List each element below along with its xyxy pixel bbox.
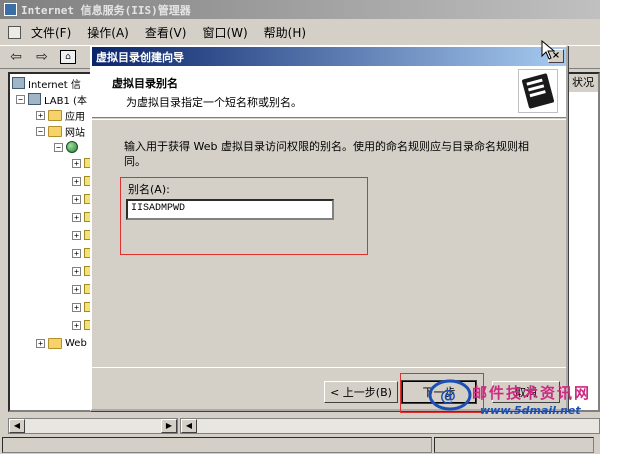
- wizard-step-subtitle: 为虚拟目录指定一个短名称或别名。: [126, 96, 302, 109]
- column-header-status[interactable]: 状况: [568, 74, 598, 92]
- alias-description: 输入用于获得 Web 虚拟目录访问权限的别名。使用的命名规则应与目录命名规则相同…: [124, 140, 529, 168]
- tree-item-app-pools[interactable]: + 应用: [36, 108, 85, 123]
- collapse-icon[interactable]: −: [36, 126, 45, 136]
- expand-icon[interactable]: +: [72, 266, 81, 276]
- alias-input[interactable]: IISADMPWD: [126, 199, 334, 220]
- scroll-right-icon[interactable]: ▶: [161, 419, 177, 433]
- wizard-title: 虚拟目录创建向导: [96, 50, 184, 64]
- tree-item-web-ext[interactable]: + Web: [36, 336, 87, 350]
- tree-item-root[interactable]: Internet 信: [12, 76, 81, 91]
- wizard-header: 虚拟目录别名 为虚拟目录指定一个短名称或别名。: [92, 66, 566, 118]
- expand-icon[interactable]: +: [72, 212, 81, 222]
- expand-icon[interactable]: +: [72, 320, 81, 330]
- expand-icon[interactable]: +: [72, 158, 81, 168]
- expand-icon[interactable]: +: [72, 194, 81, 204]
- system-menu-icon[interactable]: [8, 25, 21, 39]
- tree-item-server[interactable]: − LAB1 (本: [16, 92, 87, 107]
- forward-arrow-icon[interactable]: ⇨: [32, 48, 52, 66]
- details-horizontal-scrollbar[interactable]: ◀: [180, 418, 600, 434]
- expand-icon[interactable]: +: [72, 248, 81, 258]
- button-divider: [92, 367, 566, 368]
- menu-window[interactable]: 窗口(W): [194, 22, 255, 43]
- wizard-titlebar[interactable]: 虚拟目录创建向导: [92, 47, 566, 66]
- expand-icon[interactable]: +: [72, 230, 81, 240]
- menu-view[interactable]: 查看(V): [137, 22, 195, 43]
- back-button[interactable]: < 上一步(B): [324, 381, 398, 403]
- up-folder-icon[interactable]: ⌂: [58, 48, 78, 66]
- tree-item-label: LAB1 (本: [44, 95, 87, 107]
- folder-icon: [48, 109, 62, 121]
- scroll-left-icon[interactable]: ◀: [181, 419, 197, 433]
- tree-item-label: 应用: [65, 111, 85, 123]
- tree-item-default-site[interactable]: −: [54, 140, 78, 154]
- alias-label: 别名(A):: [128, 183, 170, 196]
- menu-help[interactable]: 帮助(H): [256, 22, 314, 43]
- iis-root-icon: [12, 77, 25, 89]
- expand-icon[interactable]: +: [36, 110, 45, 120]
- status-cell: [2, 437, 432, 453]
- scroll-left-icon[interactable]: ◀: [9, 419, 25, 433]
- expand-icon[interactable]: +: [72, 176, 81, 186]
- expand-icon[interactable]: +: [72, 284, 81, 294]
- tree-item-websites[interactable]: − 网站: [36, 124, 85, 139]
- wizard-book-icon: [518, 69, 558, 113]
- cancel-button[interactable]: 取消: [492, 381, 560, 403]
- collapse-icon[interactable]: −: [54, 142, 63, 152]
- menu-bar: 文件(F) 操作(A) 查看(V) 窗口(W) 帮助(H): [0, 21, 600, 43]
- status-cell: [434, 437, 594, 453]
- header-divider: [92, 119, 566, 120]
- window-title: Internet 信息服务(IIS)管理器: [21, 3, 191, 17]
- next-highlight-box: [400, 373, 484, 413]
- menu-file[interactable]: 文件(F): [23, 22, 79, 43]
- tree-item-label: Web: [65, 337, 87, 349]
- folder-icon: [48, 125, 62, 137]
- expand-icon[interactable]: +: [36, 338, 45, 348]
- mouse-cursor-icon: [541, 40, 555, 60]
- expand-icon[interactable]: +: [72, 302, 81, 312]
- iis-titlebar: Internet 信息服务(IIS)管理器: [0, 0, 600, 19]
- folder-icon: [48, 337, 62, 349]
- globe-icon: [66, 141, 78, 153]
- tree-item-label: 网站: [65, 127, 85, 139]
- tree-item-label: Internet 信: [28, 79, 81, 91]
- wizard-step-title: 虚拟目录别名: [112, 77, 178, 90]
- collapse-icon[interactable]: −: [16, 94, 25, 104]
- back-arrow-icon[interactable]: ⇦: [6, 48, 26, 66]
- status-bar: [0, 436, 600, 454]
- iis-app-icon: [4, 3, 17, 16]
- server-icon: [28, 93, 41, 105]
- virtual-directory-wizard: 虚拟目录创建向导 × 虚拟目录别名 为虚拟目录指定一个短名称或别名。 输入用于获…: [90, 45, 568, 413]
- tree-horizontal-scrollbar[interactable]: ◀ ▶: [8, 418, 178, 434]
- menu-action[interactable]: 操作(A): [79, 22, 137, 43]
